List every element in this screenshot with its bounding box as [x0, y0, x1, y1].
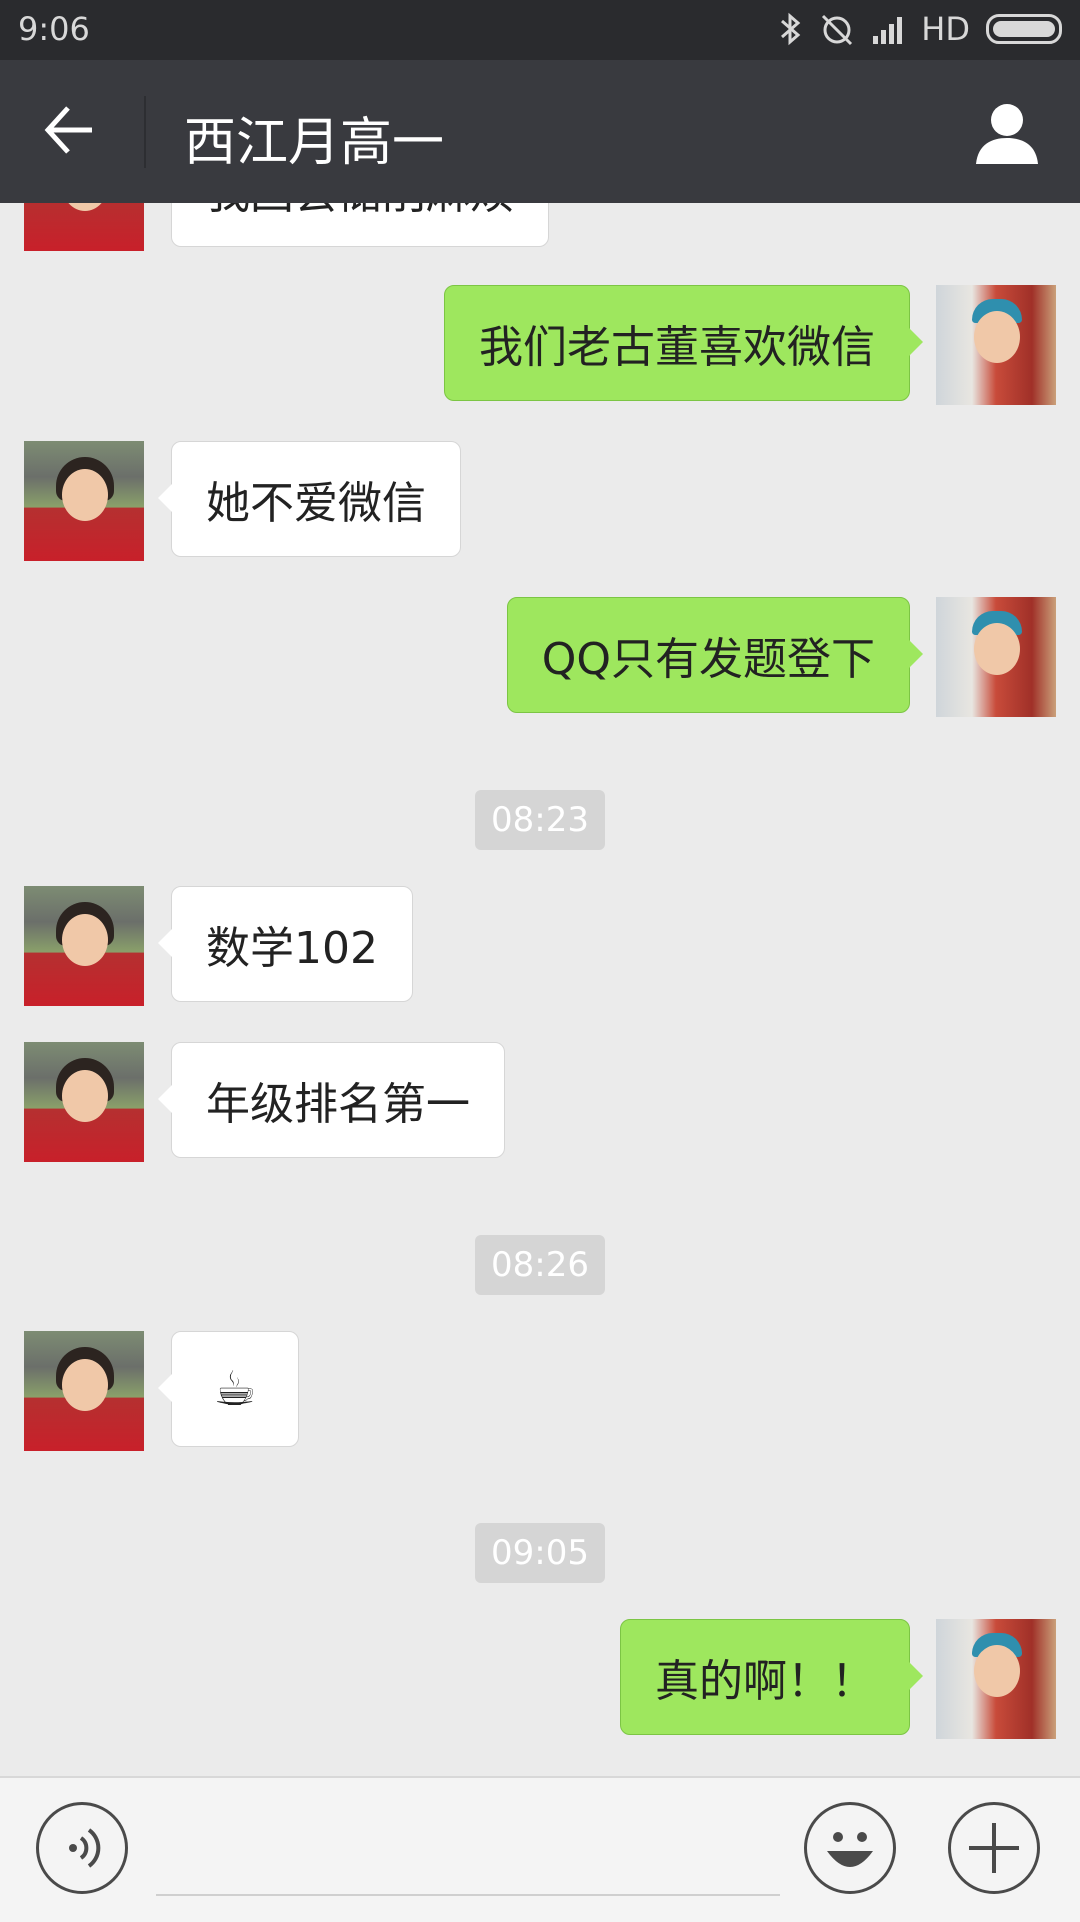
smiley-icon — [827, 1832, 873, 1867]
incoming-message[interactable]: ☕ — [158, 1331, 299, 1447]
message-timestamp: 09:05 — [475, 1523, 605, 1583]
coffee-cup-icon: ☕ — [213, 1361, 257, 1417]
message-text: 数学102 — [206, 923, 378, 974]
incoming-message[interactable]: 她不爱微信 — [158, 441, 461, 557]
self-avatar[interactable] — [936, 597, 1056, 717]
contact-avatar[interactable] — [24, 886, 144, 1006]
message-text: 真的啊！！ — [655, 1656, 875, 1707]
header-divider — [144, 96, 146, 168]
outgoing-message[interactable]: 我们老古董喜欢微信 — [444, 285, 923, 401]
message-list[interactable]: 我国会储削麻烦 我们老古董喜欢微信 她不爱微信 QQ只有发题登下 08:23 数… — [0, 203, 1080, 1776]
contact-avatar[interactable] — [24, 441, 144, 561]
incoming-message[interactable]: 我国会储削麻烦 — [171, 203, 549, 247]
more-button[interactable] — [948, 1802, 1040, 1894]
outgoing-message[interactable]: 真的啊！！ — [620, 1619, 923, 1735]
self-avatar[interactable] — [936, 285, 1056, 405]
contact-avatar[interactable] — [24, 1042, 144, 1162]
battery-icon — [986, 14, 1062, 44]
status-icons: HD — [779, 10, 1062, 48]
voice-button[interactable] — [36, 1802, 128, 1894]
network-label: HD — [921, 10, 970, 48]
message-text: QQ只有发题登下 — [541, 634, 875, 685]
signal-icon — [873, 17, 903, 44]
alarm-off-icon — [822, 14, 853, 46]
plus-icon — [969, 1823, 1019, 1873]
self-avatar[interactable] — [936, 1619, 1056, 1739]
status-bar: 9:06 HD — [0, 0, 1080, 60]
voice-icon — [69, 1828, 101, 1868]
message-text: 我们老古董喜欢微信 — [479, 322, 875, 373]
incoming-message[interactable]: 数学102 — [158, 886, 413, 1002]
chat-header: 西江月高一 — [0, 60, 1080, 203]
status-time: 9:06 — [18, 10, 90, 48]
contact-avatar[interactable] — [24, 1331, 144, 1451]
input-bar — [0, 1776, 1080, 1922]
outgoing-message[interactable]: QQ只有发题登下 — [506, 597, 924, 713]
message-timestamp: 08:26 — [475, 1235, 605, 1295]
chat-title: 西江月高一 — [184, 113, 445, 173]
person-icon[interactable] — [974, 100, 1040, 166]
message-text: 她不爱微信 — [206, 478, 426, 529]
bluetooth-icon — [781, 12, 801, 46]
contact-avatar[interactable] — [24, 203, 144, 251]
message-input[interactable] — [156, 1894, 780, 1896]
message-text: 我国会储削麻烦 — [206, 203, 514, 221]
emoji-button[interactable] — [804, 1802, 896, 1894]
incoming-message[interactable]: 年级排名第一 — [158, 1042, 505, 1158]
message-text: 年级排名第一 — [206, 1079, 470, 1130]
arrow-left-icon[interactable] — [40, 100, 100, 160]
message-timestamp: 08:23 — [475, 790, 605, 850]
